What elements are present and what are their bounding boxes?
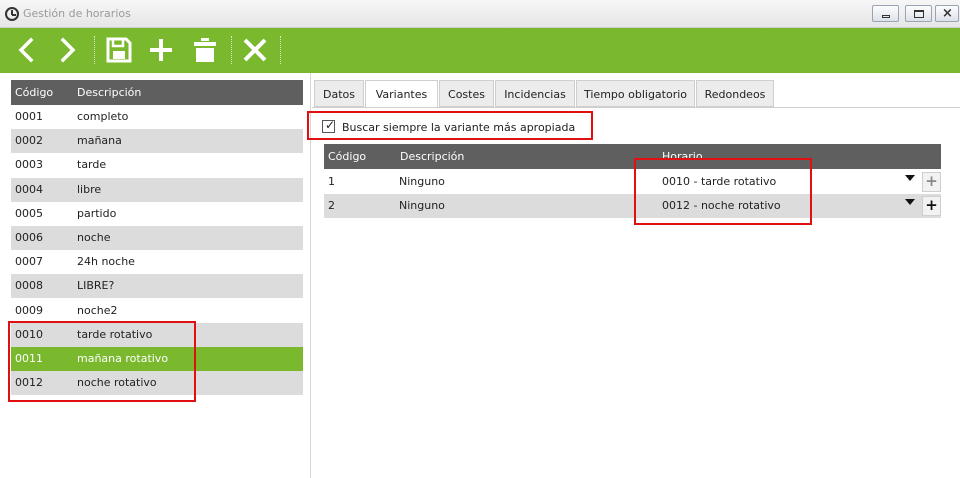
schedule-code: 0002 (15, 134, 43, 148)
cancel-icon (243, 38, 267, 62)
tab-redondeos[interactable]: Redondeos (696, 80, 774, 107)
back-button[interactable] (12, 35, 42, 65)
window-title: Gestión de horarios (23, 7, 131, 20)
schedule-code: 0003 (15, 158, 43, 172)
forward-button[interactable] (52, 35, 82, 65)
title-bar: Gestión de horarios × (0, 0, 960, 28)
schedule-row[interactable]: 0011 mañana rotativo (11, 347, 303, 371)
schedule-description: partido (77, 206, 117, 220)
variant-description[interactable]: Ninguno (399, 199, 445, 212)
header-description[interactable]: Descripción (77, 86, 141, 99)
tab-costes[interactable]: Costes (439, 80, 494, 107)
back-icon (18, 37, 34, 63)
schedule-code: 0008 (15, 279, 43, 293)
variant-code: 1 (328, 175, 335, 188)
always-best-variant-checkbox[interactable]: ✓ (322, 118, 336, 133)
variant-description[interactable]: Ninguno (399, 175, 445, 188)
variant-row[interactable]: 1 Ninguno 0010 - tarde rotativo + (324, 170, 941, 194)
cancel-button[interactable] (240, 35, 270, 65)
schedule-row[interactable]: 0002 mañana (11, 129, 303, 154)
schedule-row[interactable]: 0005 partido (11, 202, 303, 226)
schedule-description: LIBRE? (77, 279, 115, 293)
variant-schedule-select[interactable]: 0010 - tarde rotativo (662, 175, 776, 188)
toolbar-separator (280, 36, 281, 64)
schedule-description: 24h noche (77, 255, 135, 269)
maximize-button[interactable] (905, 5, 932, 22)
clock-icon (5, 7, 19, 21)
variant-code: 2 (328, 199, 335, 212)
close-window-button[interactable]: × (935, 5, 959, 22)
delete-button[interactable] (190, 35, 220, 65)
schedule-row[interactable]: 0006 noche (11, 226, 303, 250)
schedule-description: noche rotativo (77, 376, 157, 390)
schedule-row[interactable]: 0012 noche rotativo (11, 371, 303, 396)
variants-table-header: Código Descripción Horario (324, 144, 941, 169)
schedule-row[interactable]: 0001 completo (11, 105, 303, 129)
schedule-code: 0012 (15, 376, 43, 390)
add-variant-schedule-button[interactable]: + (922, 172, 941, 192)
maximize-icon (914, 10, 924, 18)
always-best-variant-label: Buscar siempre la variante más apropiada (342, 121, 576, 134)
schedule-code: 0004 (15, 182, 43, 196)
add-button[interactable] (146, 35, 176, 65)
schedule-description: tarde rotativo (77, 327, 153, 341)
tab-bar: Datos Variantes Costes Incidencias Tiemp… (312, 80, 960, 108)
variants-header-schedule[interactable]: Horario (662, 150, 703, 163)
schedule-list-panel: Código Descripción 0001 completo 0002 mañan… (0, 73, 311, 478)
tab-datos[interactable]: Datos (314, 80, 364, 107)
schedule-description: mañana (77, 134, 122, 148)
schedule-description: noche (77, 231, 111, 244)
schedule-description: noche2 (77, 303, 118, 317)
forward-icon (60, 37, 76, 63)
schedule-row[interactable]: 0009 noche2 (11, 299, 303, 323)
variants-header-description[interactable]: Descripción (400, 150, 464, 163)
schedule-description: mañana rotativo (77, 352, 169, 365)
toolbar-separator (94, 36, 95, 64)
save-button[interactable] (104, 35, 134, 65)
schedule-description: completo (77, 110, 129, 123)
dropdown-arrow-icon[interactable] (905, 199, 915, 205)
variants-header-code[interactable]: Código (328, 150, 366, 163)
toolbar (0, 28, 960, 73)
variant-schedule-select[interactable]: 0012 - noche rotativo (662, 199, 781, 212)
schedule-code: 0011 (15, 352, 43, 365)
schedule-code: 0006 (15, 231, 43, 244)
schedule-code: 0010 (15, 327, 43, 341)
schedule-list-header: Código Descripción (11, 80, 303, 105)
checkmark-icon: ✓ (325, 118, 336, 132)
schedule-description: tarde (77, 158, 107, 172)
minimize-button[interactable] (872, 5, 899, 22)
main-window: Gestión de horarios × Código Descripción… (0, 0, 960, 478)
schedule-code: 0005 (15, 206, 43, 220)
header-code[interactable]: Código (15, 86, 53, 99)
schedule-row[interactable]: 0004 libre (11, 177, 303, 202)
schedule-code: 0009 (15, 303, 43, 317)
schedule-code: 0007 (15, 255, 43, 269)
dropdown-arrow-icon[interactable] (905, 175, 915, 181)
minimize-icon (882, 15, 890, 18)
save-icon (106, 37, 132, 63)
schedule-code: 0001 (15, 110, 43, 123)
add-icon (150, 39, 172, 61)
schedule-row[interactable]: 0003 tarde (11, 153, 303, 177)
trash-icon (194, 38, 216, 62)
schedule-row[interactable]: 0010 tarde rotativo (11, 322, 303, 347)
schedule-row[interactable]: 0008 LIBRE? (11, 274, 303, 299)
add-variant-schedule-button[interactable]: + (922, 196, 941, 216)
close-icon: × (942, 6, 953, 21)
tab-incidencias[interactable]: Incidencias (495, 80, 575, 107)
variant-row[interactable]: 2 Ninguno 0012 - noche rotativo + (324, 194, 941, 218)
schedule-description: libre (77, 182, 102, 196)
schedule-row[interactable]: 0007 24h noche (11, 250, 303, 274)
tab-tiempo-obligatorio[interactable]: Tiempo obligatorio (576, 80, 695, 107)
toolbar-separator (231, 36, 232, 64)
tab-variantes[interactable]: Variantes (365, 80, 438, 108)
